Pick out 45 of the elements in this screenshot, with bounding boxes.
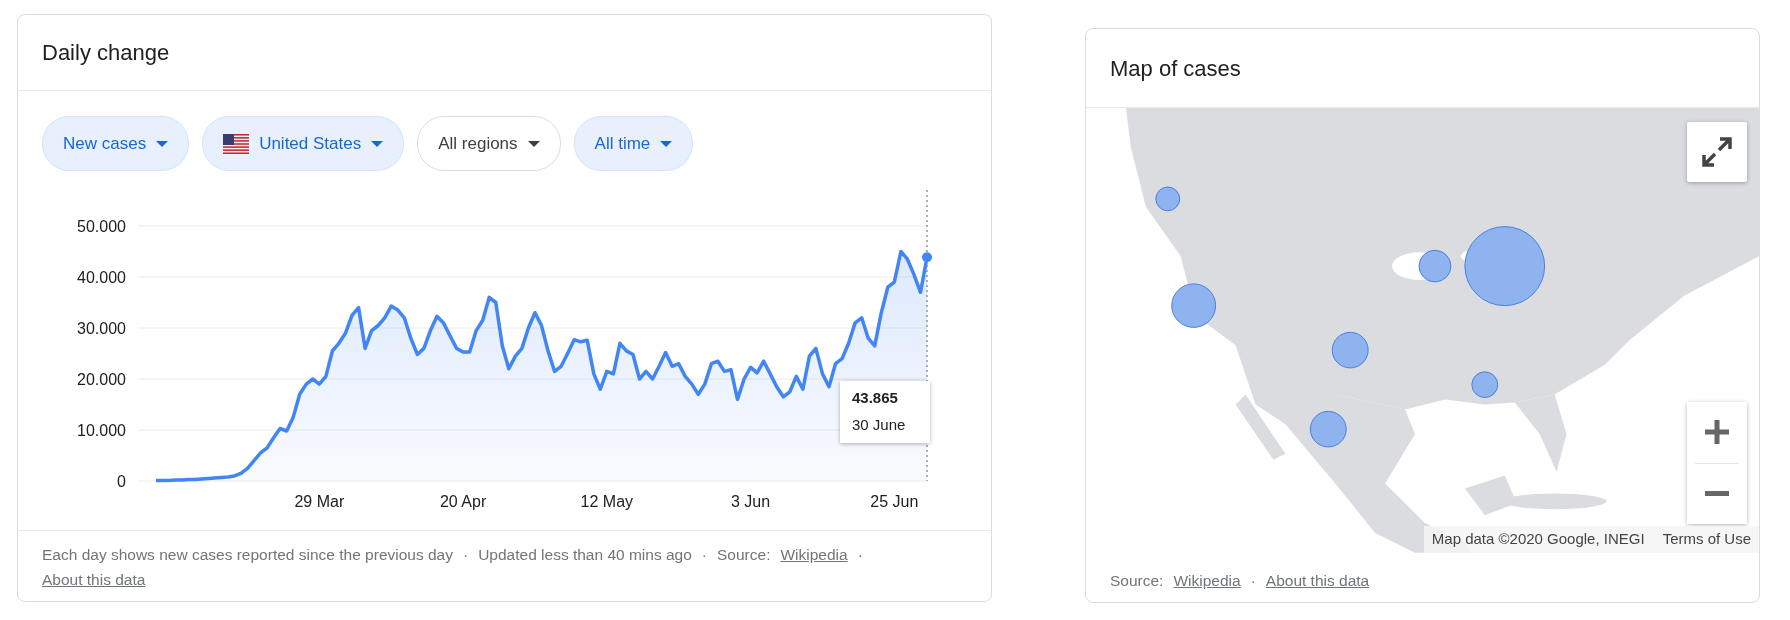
axis-label: 30.000 bbox=[77, 320, 126, 337]
footer-text: Source: bbox=[717, 544, 771, 565]
filter-chip[interactable]: All time bbox=[573, 116, 694, 171]
zoom-out-button[interactable] bbox=[1687, 463, 1747, 525]
data-point bbox=[922, 252, 932, 263]
caret-icon bbox=[527, 140, 540, 147]
axis-label: 20.000 bbox=[77, 371, 126, 388]
expand-icon bbox=[1701, 136, 1733, 169]
axis-label: 0 bbox=[117, 473, 126, 490]
separator: · bbox=[1250, 570, 1256, 591]
footer-text: Source: bbox=[1110, 570, 1164, 591]
filter-chip[interactable]: United States bbox=[202, 116, 405, 171]
tooltip-date: 30 June bbox=[852, 414, 907, 435]
caret-icon bbox=[660, 140, 673, 147]
footer-link[interactable]: About this data bbox=[42, 567, 146, 591]
flag-icon bbox=[223, 133, 250, 154]
footer-link[interactable]: Wikipedia bbox=[1173, 568, 1241, 592]
filter-chip[interactable]: All regions bbox=[417, 116, 561, 171]
axis-label: 3 Jun bbox=[731, 493, 771, 510]
axis-label: 50.000 bbox=[77, 218, 126, 235]
separator: · bbox=[463, 544, 469, 565]
axis-label: 20 Apr bbox=[439, 493, 487, 510]
caret-icon bbox=[371, 140, 384, 147]
minus-icon bbox=[1705, 491, 1729, 497]
zoom-in-button[interactable] bbox=[1687, 402, 1747, 463]
map-attribution: Map data ©2020 Google, INEGI bbox=[1431, 529, 1645, 550]
axis-label: 10.000 bbox=[77, 422, 126, 439]
plus-icon bbox=[1705, 420, 1729, 445]
axis-label: 12 May bbox=[580, 493, 634, 510]
terms-link[interactable]: Terms of Use bbox=[1662, 528, 1751, 551]
footer-link[interactable]: Wikipedia bbox=[780, 542, 848, 566]
fullscreen-button[interactable] bbox=[1687, 122, 1747, 183]
axis-label: 29 Mar bbox=[294, 493, 345, 510]
card-title: Map of cases bbox=[1110, 54, 1241, 83]
tooltip-value: 43.865 bbox=[852, 388, 899, 408]
axis-label: 25 Jun bbox=[870, 493, 919, 510]
axis-label: 40.000 bbox=[77, 269, 126, 286]
caret-icon bbox=[156, 140, 169, 147]
footer-text: Updated less than 40 mins ago bbox=[478, 544, 692, 565]
filter-chip[interactable]: New cases bbox=[42, 116, 190, 171]
card-title: Daily change bbox=[42, 39, 170, 67]
separator: · bbox=[701, 544, 708, 565]
footer-link[interactable]: About this data bbox=[1265, 568, 1370, 592]
footer-text: Each day shows new cases reported since the previous day bbox=[42, 544, 453, 565]
separator: · bbox=[857, 544, 863, 565]
